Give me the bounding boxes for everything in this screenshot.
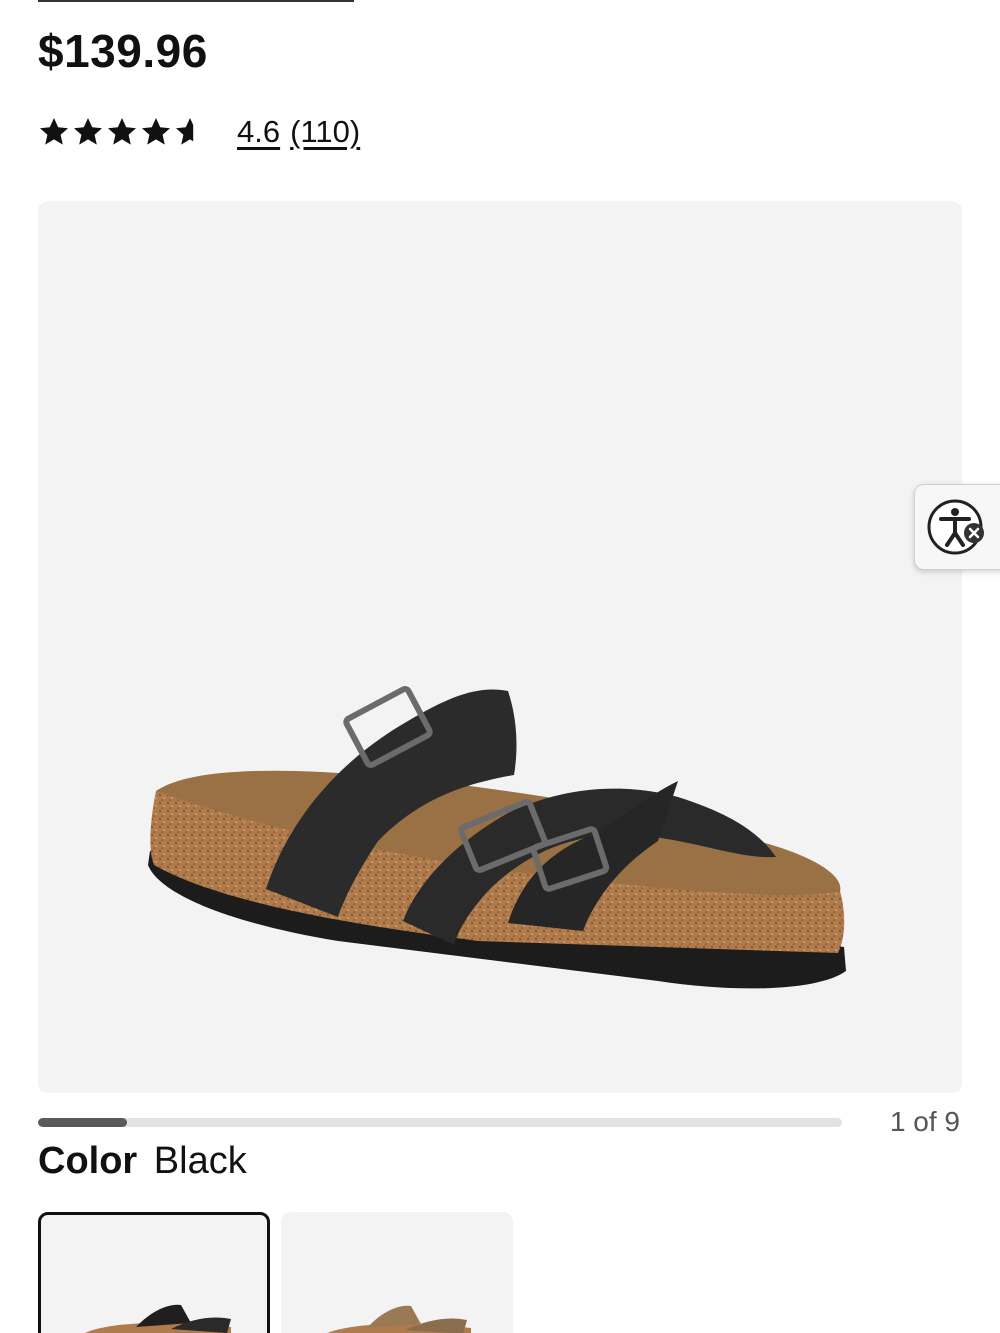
rating-value-link[interactable]: 4.6: [237, 114, 280, 150]
product-image[interactable]: [38, 201, 962, 1093]
color-value: Black: [153, 1140, 247, 1182]
image-counter: 1 of 9: [889, 1106, 960, 1137]
sandal-thumbnail-icon: [85, 1304, 231, 1333]
sandal-icon: [148, 686, 846, 989]
accessibility-icon: [927, 499, 984, 555]
star-icon: [176, 118, 204, 145]
price: $139.96: [38, 25, 208, 77]
gallery-progress: [38, 1118, 842, 1127]
gallery-progress-fill: [38, 1118, 128, 1127]
accessibility-button[interactable]: [914, 484, 1000, 570]
product-page: $139.96 4.6 (110) 1 of 9 Color Black: [0, 0, 1000, 1333]
color-swatch-black[interactable]: [38, 1212, 270, 1333]
star-rating: [38, 116, 206, 148]
rating-row: 4.6 (110): [38, 114, 360, 150]
star-icon: [142, 118, 170, 145]
sandal-thumbnail-icon: [327, 1305, 471, 1333]
star-icon: [108, 118, 136, 145]
star-icon: [40, 118, 68, 145]
color-selection: Color Black: [38, 1140, 247, 1183]
color-label: Color: [38, 1140, 138, 1182]
cut-off-link[interactable]: [38, 0, 354, 2]
color-swatch-tan[interactable]: [281, 1212, 513, 1333]
star-icon: [74, 118, 102, 145]
review-count-link[interactable]: (110): [290, 114, 360, 150]
